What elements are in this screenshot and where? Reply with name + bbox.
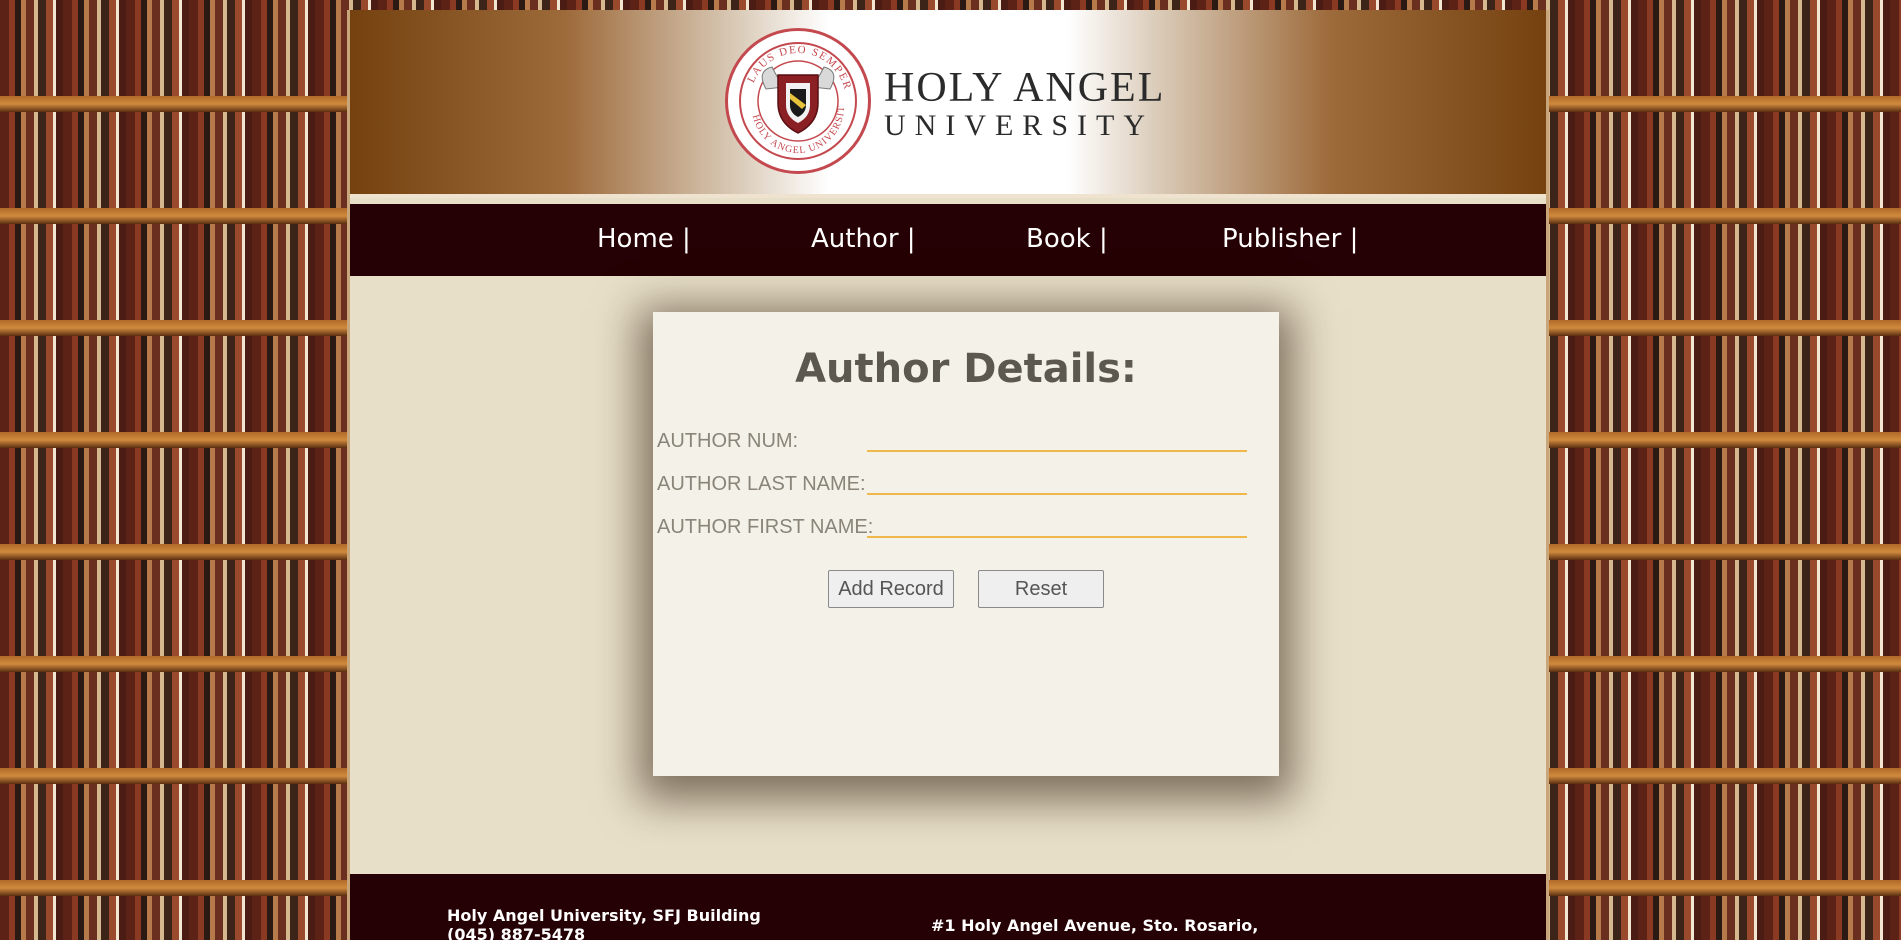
nav-home-link[interactable]: Home | — [597, 224, 691, 254]
main-navigation: Home | Author | Book | Publisher | — [350, 204, 1546, 276]
footer-address-text: #1 Holy Angel Avenue, Sto. Rosario, — [931, 916, 1259, 935]
logo-line-holy-angel: HOLY ANGEL — [884, 65, 1166, 111]
header-banner: LAUS DEO SEMPER HOLY ANGEL UNIVERSITY HO… — [350, 10, 1546, 198]
author-first-name-label: AUTHOR FIRST NAME: — [657, 516, 874, 538]
footer-contact: Holy Angel University, SFJ Building (045… — [447, 906, 761, 940]
page-title: Author Details: — [795, 346, 1137, 392]
nav-book-link[interactable]: Book | — [1026, 224, 1108, 254]
seal-motto-text: LAUS DEO SEMPER — [745, 44, 852, 92]
author-num-label: AUTHOR NUM: — [657, 430, 799, 452]
add-record-button[interactable]: Add Record — [828, 570, 954, 608]
footer: Holy Angel University, SFJ Building (045… — [350, 874, 1546, 940]
footer-building-text: Holy Angel University, SFJ Building — [447, 906, 761, 925]
logo-line-university: UNIVERSITY — [884, 109, 1154, 142]
author-last-name-label: AUTHOR LAST NAME: — [657, 473, 866, 495]
nav-publisher-link[interactable]: Publisher | — [1222, 224, 1358, 254]
university-seal-logo: LAUS DEO SEMPER HOLY ANGEL UNIVERSITY — [725, 28, 871, 174]
author-num-input[interactable] — [867, 424, 1247, 452]
page-container: LAUS DEO SEMPER HOLY ANGEL UNIVERSITY HO… — [347, 10, 1549, 940]
main-content: Author Details: AUTHOR NUM: AUTHOR LAST … — [350, 276, 1546, 884]
svg-text:LAUS DEO SEMPER: LAUS DEO SEMPER — [745, 44, 854, 92]
author-first-name-input[interactable] — [867, 510, 1247, 538]
author-form-card: Author Details: AUTHOR NUM: AUTHOR LAST … — [653, 312, 1279, 776]
author-last-name-input[interactable] — [867, 467, 1247, 495]
reset-button[interactable]: Reset — [978, 570, 1104, 608]
footer-address: #1 Holy Angel Avenue, Sto. Rosario, — [931, 916, 1258, 935]
footer-phone-text: (045) 887-5478 — [447, 925, 586, 940]
seal-ring-text: LAUS DEO SEMPER HOLY ANGEL UNIVERSITY — [728, 31, 854, 156]
nav-author-link[interactable]: Author | — [811, 224, 916, 254]
university-wordmark: HOLY ANGEL UNIVERSITY — [884, 66, 1165, 142]
